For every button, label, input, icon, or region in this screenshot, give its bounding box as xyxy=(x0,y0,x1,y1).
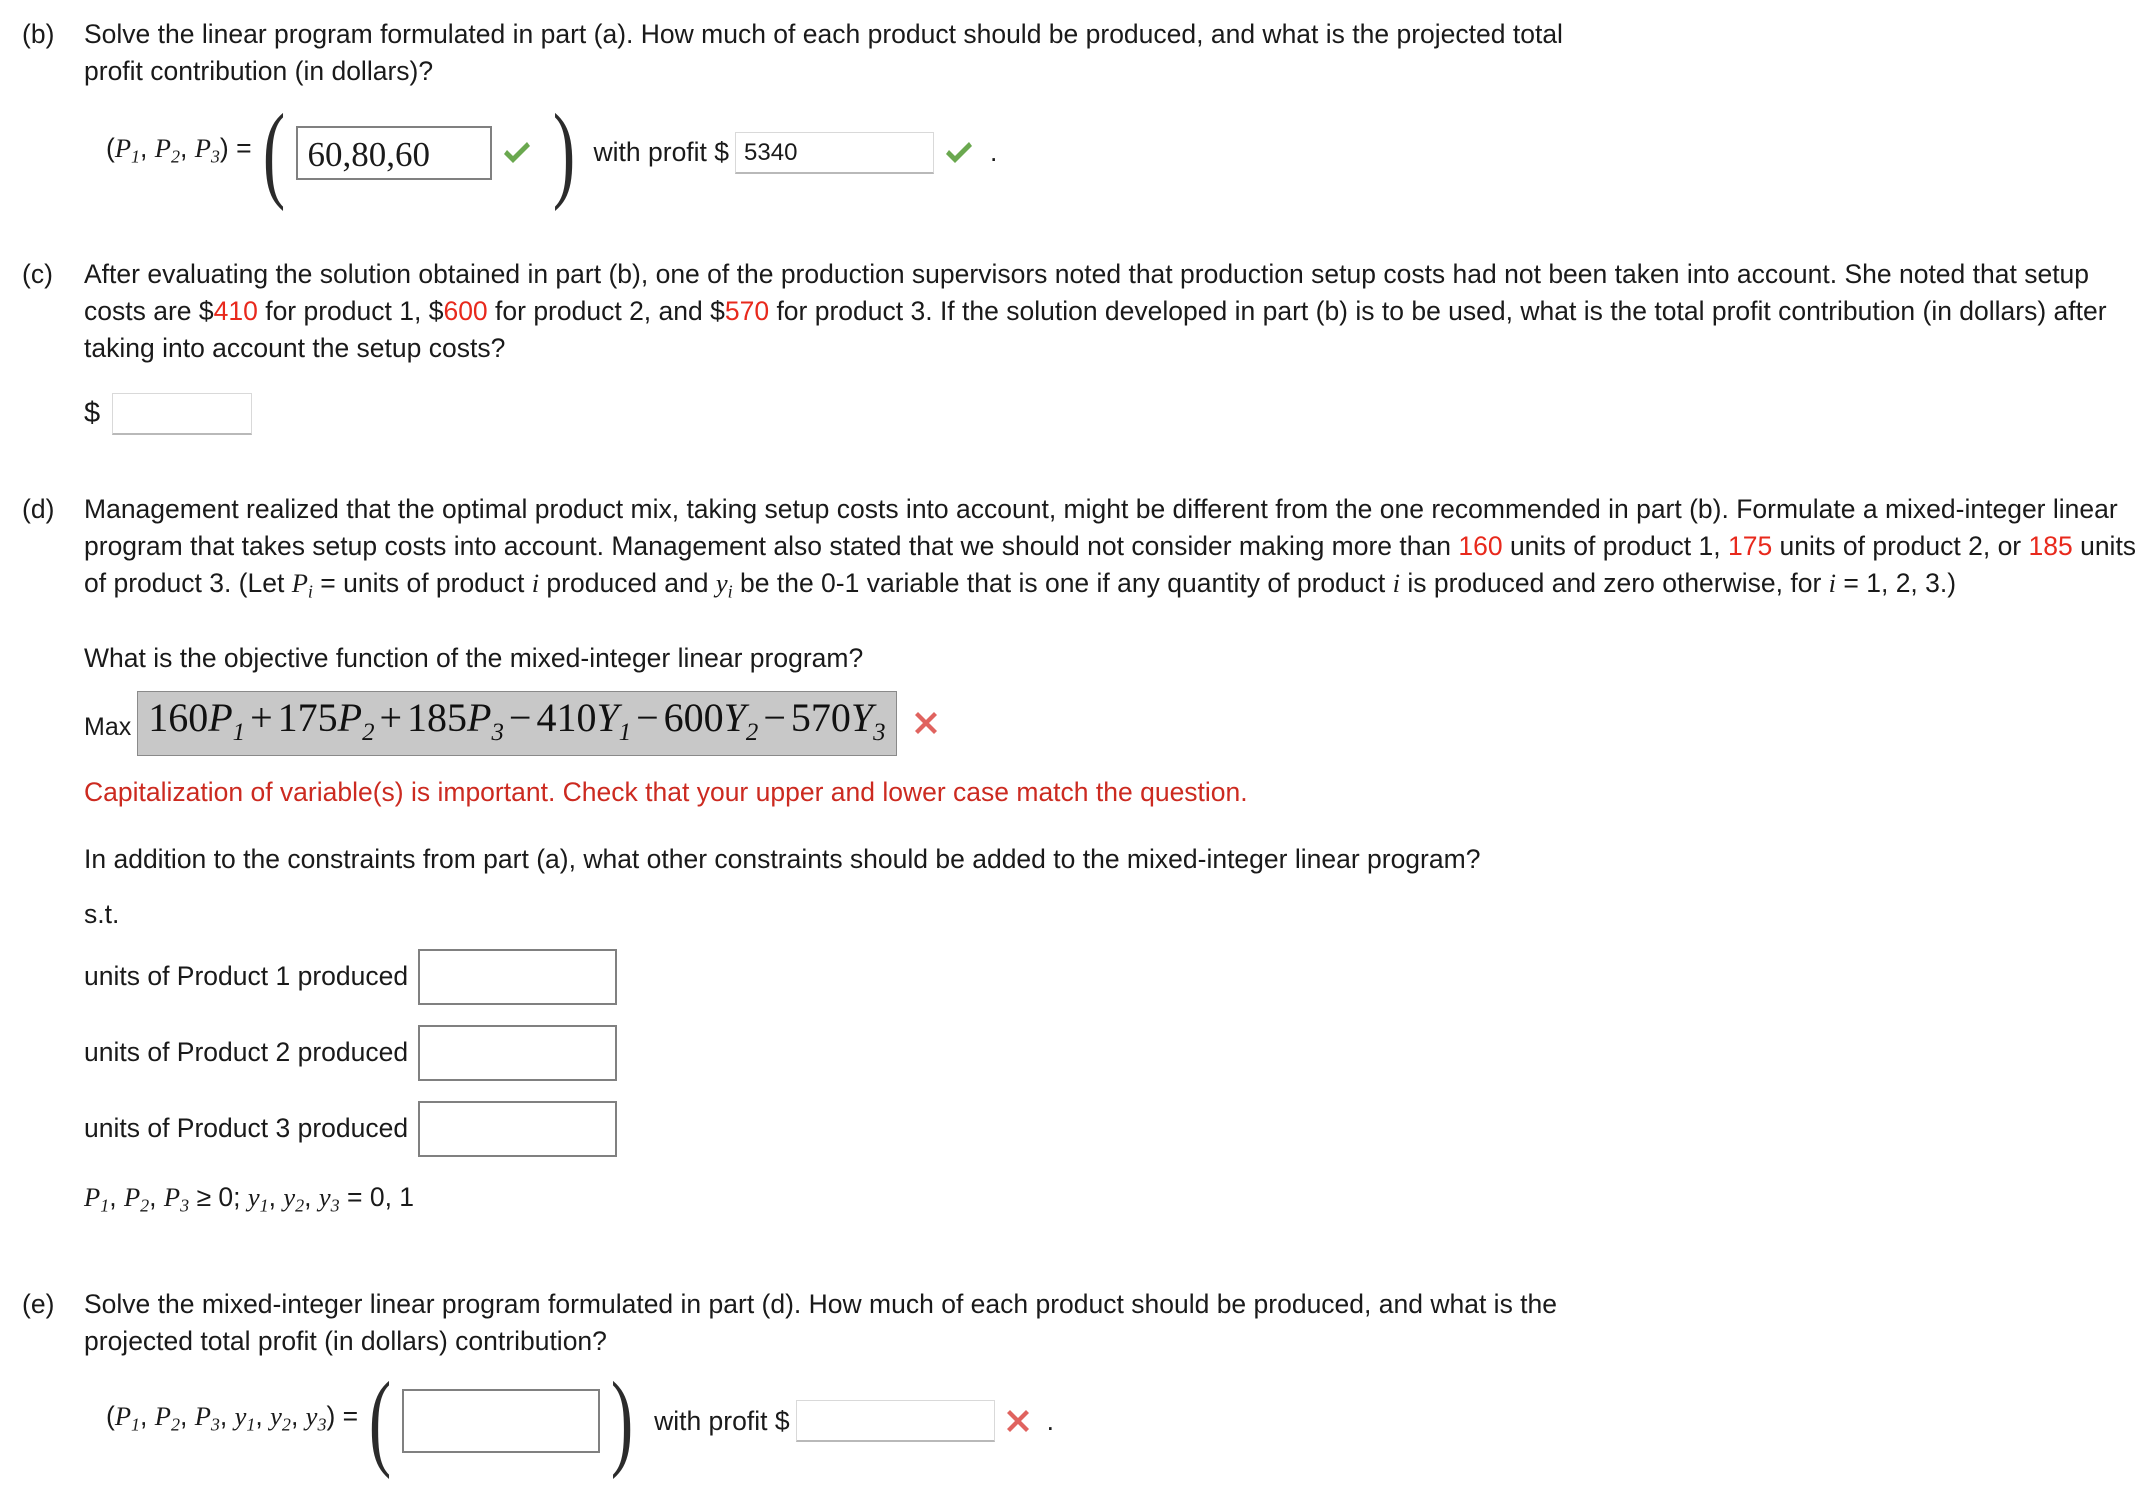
part-c-text-seg-3: for product 2, and $ xyxy=(487,295,725,326)
part-b-label: (b) xyxy=(22,19,55,49)
constraint-input-product-1[interactable] xyxy=(418,948,618,1005)
question-part-c: (c) After evaluating the solution obtain… xyxy=(0,192,2139,435)
part-e-with-profit-label: with profit $ xyxy=(654,1405,790,1436)
constraint-row: units of Product 2 produced xyxy=(84,1024,2139,1081)
x-mark-icon xyxy=(911,708,941,738)
max-label: Max xyxy=(84,712,132,741)
part-d-max-2: 175 xyxy=(1727,530,1773,561)
part-d-text: Management realized that the optimal pro… xyxy=(84,491,2139,610)
part-d-objective-row: Max 160P1 +175P2 +185P3−410Y1−600Y2−570Y3 xyxy=(84,691,2139,756)
part-b-with-profit-label: with profit $ xyxy=(593,137,730,168)
part-d-objective-input[interactable]: 160P1 +175P2 +185P3−410Y1−600Y2−570Y3 xyxy=(137,691,897,756)
part-d-text-seg-3: units of product 2, or xyxy=(1772,530,2029,561)
question-part-b: (b) Solve the linear program formulated … xyxy=(0,0,2139,212)
part-e-answer-row: (P1, P2, P3, y1, y2, y3) = ( ) with prof… xyxy=(84,1361,2139,1481)
constraint-input-product-3[interactable] xyxy=(418,1100,618,1157)
nonnegativity-constraint: P1, P2, P3 ≥ 0; y1, y2, y3 = 0, 1 xyxy=(84,1181,415,1216)
constraint-label: units of Product 3 produced xyxy=(84,1113,409,1144)
part-d-max-1: 160 xyxy=(1458,530,1503,561)
part-d-constraints-question: In addition to the constraints from part… xyxy=(84,843,1481,874)
part-b-tuple-label: (P1, P2, P3) = xyxy=(106,133,252,167)
part-b-profit-input[interactable]: 5340 xyxy=(735,131,935,174)
part-b-text: Solve the linear program formulated in p… xyxy=(84,19,1563,86)
part-e-tuple-label: (P1, P2, P3, y1, y2, y3) = xyxy=(106,1401,359,1435)
part-c-text: After evaluating the solution obtained i… xyxy=(84,256,2139,367)
check-icon xyxy=(500,136,534,170)
dollar-sign: $ xyxy=(84,397,101,430)
constraint-input-product-2[interactable] xyxy=(418,1024,618,1081)
constraint-label: units of Product 1 produced xyxy=(84,961,409,992)
check-icon xyxy=(942,136,976,170)
open-paren: ( xyxy=(262,93,285,212)
part-d-text-seg-2: units of product 1, xyxy=(1502,530,1728,561)
part-e-period: . xyxy=(1046,1405,1054,1436)
st-label: s.t. xyxy=(84,898,120,929)
question-part-e: (e) Solve the mixed-integer linear progr… xyxy=(0,1224,2139,1481)
part-c-cost-2: 600 xyxy=(443,295,488,326)
x-mark-icon xyxy=(1003,1406,1033,1436)
part-d-max-3: 185 xyxy=(2028,530,2073,561)
part-b-answer-row: (P1, P2, P3) = ( 60,80,60 ) with profit … xyxy=(84,93,2139,212)
close-paren: ) xyxy=(552,93,575,212)
worksheet-page: (b) Solve the linear program formulated … xyxy=(0,0,2139,1501)
part-c-label: (c) xyxy=(22,258,53,289)
part-c-total-profit-input[interactable] xyxy=(112,392,253,435)
part-e-profit-input[interactable] xyxy=(795,1400,995,1443)
constraint-label: units of Product 2 produced xyxy=(84,1037,409,1068)
close-paren: ) xyxy=(610,1361,634,1481)
part-e-products-input[interactable] xyxy=(402,1389,601,1454)
question-part-d: (d) Management realized that the optimal… xyxy=(0,435,2139,1224)
part-d-objective-question: What is the objective function of the mi… xyxy=(84,643,864,674)
open-paren: ( xyxy=(368,1361,392,1481)
part-c-cost-3: 570 xyxy=(724,295,770,326)
part-e-text: Solve the mixed-integer linear program f… xyxy=(84,1289,1558,1357)
part-e-label: (e) xyxy=(22,1289,55,1320)
part-c-cost-1: 410 xyxy=(213,295,258,326)
part-c-answer-row: $ xyxy=(84,392,2139,435)
part-d-error-message: Capitalization of variable(s) is importa… xyxy=(84,776,1248,807)
constraint-row: units of Product 3 produced xyxy=(84,1100,2139,1157)
part-d-label: (d) xyxy=(22,493,55,524)
part-b-period: . xyxy=(990,137,998,168)
part-c-text-seg-2: for product 1, $ xyxy=(257,295,444,326)
part-b-products-input[interactable]: 60,80,60 xyxy=(295,125,492,180)
constraint-row: units of Product 1 produced xyxy=(84,948,2139,1005)
